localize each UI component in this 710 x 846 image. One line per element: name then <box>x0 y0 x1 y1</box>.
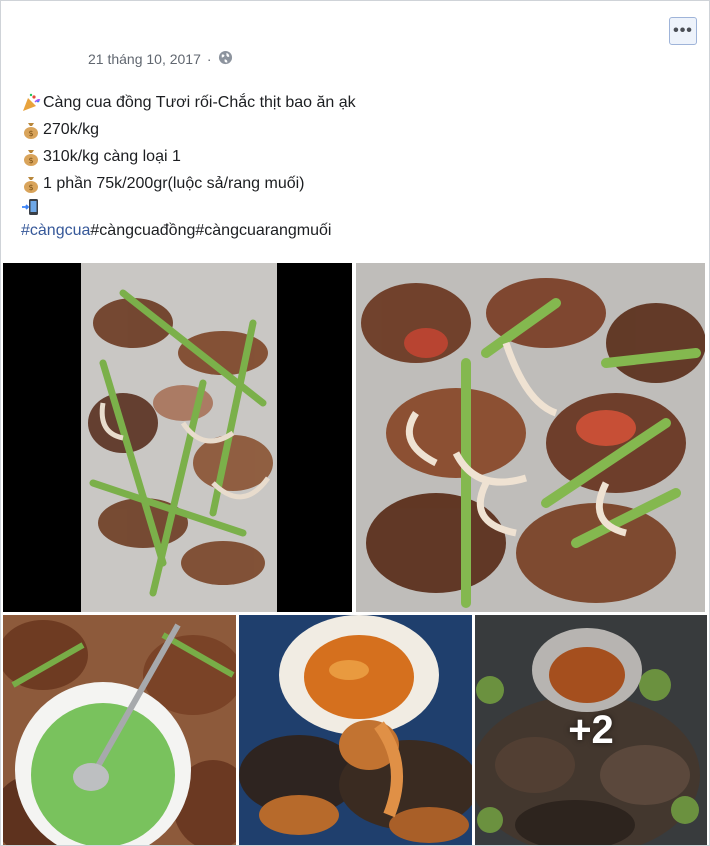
post-line: Càng cua đồng Tươi rối-Chắc thịt bao ăn … <box>21 89 701 116</box>
globe-icon <box>218 50 233 68</box>
hashtag-link[interactable]: #càngcuarangmuối <box>195 217 331 244</box>
post-header: 21 tháng 10, 2017 · ••• <box>1 1 709 81</box>
post-card: 21 tháng 10, 2017 · ••• Càng cua đồng Tư… <box>0 0 710 846</box>
post-line: $ 270k/kg <box>21 116 701 143</box>
post-line-text: 270k/kg <box>43 121 100 138</box>
photo-3[interactable] <box>3 615 236 845</box>
photo-4-image <box>239 615 472 845</box>
svg-text:$: $ <box>28 183 33 192</box>
money-bag-icon: $ <box>21 120 43 140</box>
party-popper-icon <box>21 93 43 113</box>
post-text: Càng cua đồng Tươi rối-Chắc thịt bao ăn … <box>21 89 701 244</box>
post-line-text: Càng cua đồng Tươi rối-Chắc thịt bao ăn … <box>43 94 356 111</box>
post-line <box>21 197 701 217</box>
money-bag-icon: $ <box>21 174 43 194</box>
svg-text:$: $ <box>28 129 33 138</box>
more-photos-overlay[interactable]: +2 <box>475 615 707 845</box>
post-meta: 21 tháng 10, 2017 · <box>88 50 233 68</box>
hashtags: #càngcua #càngcuađồng #càngcuarangmuối <box>21 217 701 244</box>
photo-2-image <box>356 263 705 612</box>
photo-4[interactable] <box>239 615 472 845</box>
svg-text:$: $ <box>28 156 33 165</box>
photo-5[interactable]: +2 <box>475 615 707 845</box>
post-date[interactable]: 21 tháng 10, 2017 <box>88 51 201 67</box>
post-line: $ 310k/kg càng loại 1 <box>21 143 701 170</box>
money-bag-icon: $ <box>21 147 43 167</box>
hashtag-link[interactable]: #càngcua <box>21 217 90 244</box>
post-line: $ 1 phần 75k/200gr(luộc sả/rang muối) <box>21 170 701 197</box>
photo-2[interactable] <box>356 263 705 612</box>
photo-1[interactable] <box>3 263 352 612</box>
meta-separator: · <box>206 51 212 67</box>
post-line-text: 310k/kg càng loại 1 <box>43 148 181 165</box>
hashtag-link[interactable]: #càngcuađồng <box>90 217 195 244</box>
post-line-text: 1 phần 75k/200gr(luộc sả/rang muối) <box>43 175 305 192</box>
mobile-phone-icon <box>21 197 43 217</box>
more-options-button[interactable]: ••• <box>669 17 697 45</box>
photo-1-image <box>3 263 352 612</box>
photo-3-image <box>3 615 236 845</box>
